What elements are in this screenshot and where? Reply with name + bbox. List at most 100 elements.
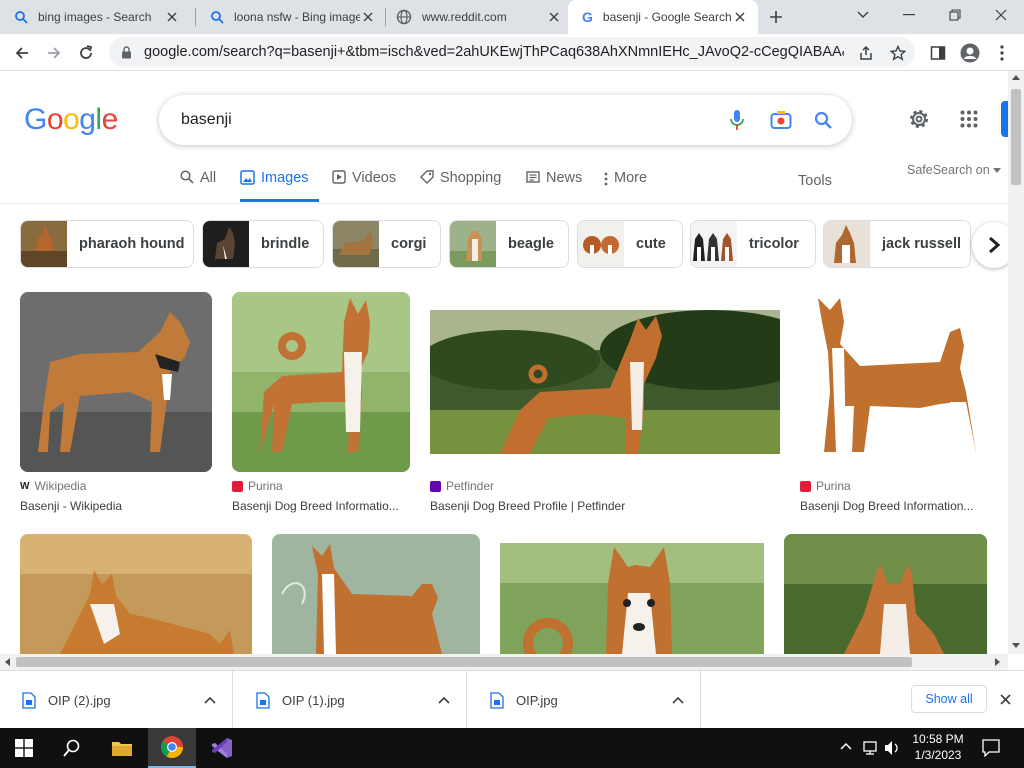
visual-studio-icon[interactable]: [198, 728, 246, 768]
result-title[interactable]: Basenji - Wikipedia: [20, 499, 212, 513]
tab-loona-bing[interactable]: loona nsfw - Bing images: [196, 0, 386, 34]
chevron-up-icon[interactable]: [672, 696, 684, 704]
logo-letter: e: [101, 103, 119, 136]
result-image[interactable]: [20, 292, 212, 472]
result-image[interactable]: [800, 292, 986, 472]
logo-letter: o: [46, 103, 64, 136]
side-panel-icon[interactable]: [924, 39, 952, 67]
caret-down-icon: [992, 167, 1001, 173]
volume-icon[interactable]: [884, 740, 900, 756]
tab-search-icon[interactable]: [840, 0, 886, 30]
taskbar-search-icon[interactable]: [48, 728, 96, 768]
result-image[interactable]: [272, 534, 480, 654]
notifications-icon[interactable]: [982, 739, 1000, 757]
download-item[interactable]: OIP.jpg: [468, 671, 701, 729]
network-icon[interactable]: [862, 740, 880, 756]
result-image[interactable]: [430, 310, 780, 454]
download-item[interactable]: OIP (1).jpg: [234, 671, 467, 729]
chip-label: cute: [636, 236, 666, 252]
profile-avatar-icon[interactable]: [956, 39, 984, 67]
result-title[interactable]: Basenji Dog Breed Informatio...: [232, 499, 410, 513]
search-submit-icon[interactable]: [814, 111, 832, 129]
chip-cute[interactable]: cute: [577, 220, 683, 268]
scroll-right-icon[interactable]: [995, 658, 1000, 666]
result-image[interactable]: [784, 534, 987, 654]
new-tab-button[interactable]: [764, 6, 788, 28]
result-image[interactable]: [20, 534, 252, 654]
bookmark-star-icon[interactable]: [884, 39, 912, 67]
restore-button[interactable]: [932, 0, 978, 30]
scrollbar-thumb[interactable]: [1011, 89, 1021, 185]
menu-dots-icon[interactable]: [988, 39, 1016, 67]
result-source[interactable]: Petfinder: [430, 479, 494, 493]
close-window-button[interactable]: [978, 0, 1024, 30]
chip-tricolor[interactable]: tricolor: [690, 220, 816, 268]
download-filename: OIP (2).jpg: [48, 692, 111, 708]
result-source[interactable]: W Wikipedia: [20, 479, 86, 493]
close-tab-icon[interactable]: [546, 9, 562, 25]
scroll-up-icon[interactable]: [1012, 75, 1020, 80]
system-clock[interactable]: 10:58 PM 1/3/2023: [906, 731, 970, 763]
horizontal-scrollbar[interactable]: [0, 654, 1008, 670]
safesearch-toggle[interactable]: SafeSearch on: [907, 163, 1001, 177]
file-icon: [256, 691, 270, 709]
result-source[interactable]: Purina: [232, 479, 283, 493]
tab-more[interactable]: More: [604, 170, 647, 202]
search-input[interactable]: basenji: [181, 111, 730, 129]
sign-in-button[interactable]: [1001, 101, 1008, 137]
chip-brindle[interactable]: brindle: [202, 220, 324, 268]
file-explorer-icon[interactable]: [98, 728, 146, 768]
chip-pharaoh-hound[interactable]: pharaoh hound: [20, 220, 194, 268]
google-g-icon: G: [582, 9, 593, 25]
close-tab-icon[interactable]: [360, 9, 376, 25]
scroll-down-icon[interactable]: [1012, 643, 1020, 648]
tab-videos[interactable]: Videos: [332, 170, 396, 202]
download-filename: OIP (1).jpg: [282, 692, 345, 708]
back-button[interactable]: [8, 39, 36, 67]
chip-thumbnail: [578, 221, 624, 267]
tray-chevron-up-icon[interactable]: [840, 742, 852, 750]
tab-shopping[interactable]: Shopping: [420, 170, 501, 202]
tab-title: basenji - Google Search: [602, 10, 732, 24]
settings-gear-icon[interactable]: [907, 107, 931, 131]
tab-bing-images[interactable]: bing images - Search: [0, 0, 190, 34]
tab-all[interactable]: All: [180, 170, 216, 202]
windows-start-icon[interactable]: [0, 728, 48, 768]
apps-grid-icon[interactable]: [960, 110, 978, 128]
close-tab-icon[interactable]: [732, 9, 748, 25]
result-title[interactable]: Basenji Dog Breed Profile | Petfinder: [430, 499, 780, 513]
result-source[interactable]: Purina: [800, 479, 851, 493]
chevron-up-icon[interactable]: [438, 696, 450, 704]
tab-images[interactable]: Images: [240, 170, 319, 202]
search-box[interactable]: basenji: [159, 95, 852, 145]
close-shelf-icon[interactable]: [1000, 694, 1011, 705]
result-title[interactable]: Basenji Dog Breed Information...: [800, 499, 986, 513]
tab-label: Videos: [352, 170, 397, 186]
download-item[interactable]: OIP (2).jpg: [0, 671, 233, 729]
chrome-taskbar-icon[interactable]: [148, 728, 196, 768]
address-bar[interactable]: google.com/search?q=basenji+&tbm=isch&ve…: [109, 37, 915, 67]
forward-button[interactable]: [40, 39, 68, 67]
tab-news[interactable]: News: [526, 170, 582, 202]
result-image[interactable]: [500, 543, 764, 654]
show-all-downloads-button[interactable]: Show all: [911, 685, 987, 713]
globe-icon: [396, 9, 412, 25]
chip-beagle[interactable]: beagle: [449, 220, 569, 268]
vertical-scrollbar[interactable]: [1008, 71, 1024, 654]
tab-basenji-google[interactable]: G basenji - Google Search: [568, 0, 758, 34]
tools-button[interactable]: Tools: [798, 173, 832, 189]
google-logo[interactable]: Google: [24, 103, 118, 137]
scroll-left-icon[interactable]: [5, 658, 10, 666]
result-image[interactable]: [232, 292, 410, 472]
scrollbar-thumb[interactable]: [16, 657, 912, 667]
chip-corgi[interactable]: corgi: [332, 220, 441, 268]
tab-reddit[interactable]: www.reddit.com: [382, 0, 572, 34]
chevron-up-icon[interactable]: [204, 696, 216, 704]
voice-search-icon[interactable]: [730, 109, 744, 131]
share-icon[interactable]: [852, 39, 880, 67]
chip-jack-russell[interactable]: jack russell: [823, 220, 971, 268]
camera-lens-icon[interactable]: [770, 110, 792, 130]
minimize-button[interactable]: [886, 0, 932, 30]
close-tab-icon[interactable]: [164, 9, 180, 25]
reload-button[interactable]: [72, 39, 100, 67]
